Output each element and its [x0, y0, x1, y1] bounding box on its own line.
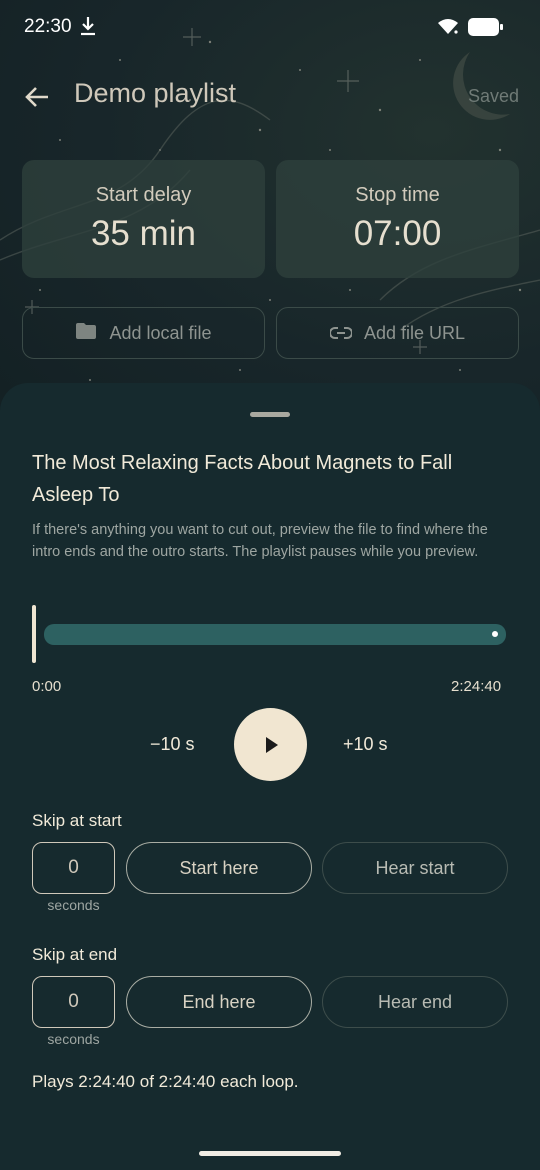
sheet-drag-handle[interactable]	[250, 412, 290, 417]
seek-forward-button[interactable]: +10 s	[343, 734, 388, 755]
link-icon	[329, 323, 353, 344]
file-title: The Most Relaxing Facts About Magnets to…	[32, 452, 453, 506]
skip-start-unit: seconds	[47, 897, 100, 913]
position-start: 0:00	[32, 678, 62, 695]
play-button[interactable]	[234, 708, 307, 781]
play-icon	[266, 737, 278, 753]
trim-hint: If there's anything you want to cut out,…	[32, 522, 488, 560]
seek-back-button[interactable]: −10 s	[150, 734, 195, 755]
status-bar: 22:30	[0, 0, 540, 54]
loop-summary: Plays 2:24:40 of 2:24:40 each loop.	[32, 1072, 299, 1091]
track-end-marker	[492, 631, 498, 637]
stop-time-value: 07:00	[353, 214, 442, 253]
battery-icon	[468, 17, 504, 42]
stop-time-card[interactable]: Stop time 07:00	[276, 160, 519, 278]
status-time: 22:30	[24, 16, 72, 37]
position-end: 2:24:40	[451, 678, 502, 695]
add-file-url-button[interactable]: Add file URL	[276, 307, 519, 359]
add-file-url-label: Add file URL	[363, 322, 466, 343]
back-arrow-icon[interactable]	[22, 82, 52, 112]
start-here-button[interactable]: Start here	[126, 842, 312, 894]
page-title: Demo playlist	[74, 78, 237, 108]
skip-start-input[interactable]: 0	[32, 842, 115, 894]
folder-icon	[75, 322, 97, 345]
skip-end-heading: Skip at end	[32, 945, 118, 964]
hear-end-button[interactable]: Hear end	[322, 976, 508, 1028]
stop-time-label: Stop time	[355, 184, 440, 206]
saved-status: Saved	[468, 86, 520, 106]
skip-start-heading: Skip at start	[32, 811, 122, 830]
skip-end-unit: seconds	[47, 1031, 100, 1047]
progress-track[interactable]	[44, 624, 506, 645]
download-icon	[80, 16, 96, 41]
skip-end-input[interactable]: 0	[32, 976, 115, 1028]
end-here-button[interactable]: End here	[126, 976, 312, 1028]
gesture-nav-bar[interactable]	[199, 1151, 341, 1156]
add-local-file-button[interactable]: Add local file	[22, 307, 265, 359]
add-local-file-label: Add local file	[109, 322, 212, 343]
start-delay-value: 35 min	[90, 214, 197, 253]
wifi-icon	[437, 17, 459, 40]
start-delay-label: Start delay	[95, 184, 192, 206]
hear-start-button[interactable]: Hear start	[322, 842, 508, 894]
playhead-handle[interactable]	[32, 605, 36, 663]
start-delay-card[interactable]: Start delay 35 min	[22, 160, 265, 278]
